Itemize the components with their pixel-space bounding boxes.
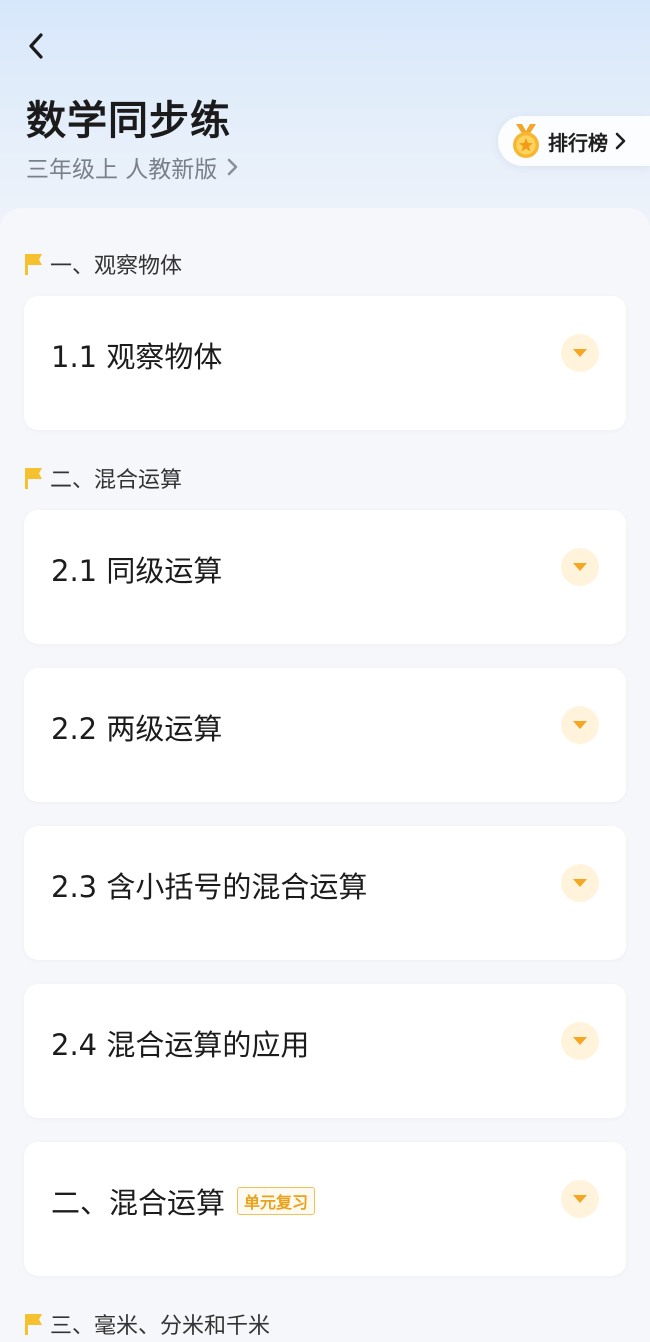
- lesson-title: 1.1 观察物体: [51, 340, 223, 374]
- triangle-down-icon: [573, 1037, 587, 1045]
- expand-button[interactable]: [561, 548, 599, 586]
- lesson-card[interactable]: 2.2 两级运算: [24, 668, 626, 802]
- page-title: 数学同步练: [26, 98, 231, 144]
- triangle-down-icon: [573, 721, 587, 729]
- triangle-down-icon: [573, 879, 587, 887]
- ranking-label: 排行榜: [548, 130, 608, 155]
- expand-button[interactable]: [561, 864, 599, 902]
- flag-icon: [25, 254, 42, 275]
- triangle-down-icon: [573, 1195, 587, 1203]
- lesson-card[interactable]: 1.1 观察物体: [24, 296, 626, 430]
- unit-review-badge: 单元复习: [237, 1187, 316, 1215]
- lesson-card[interactable]: 2.4 混合运算的应用: [24, 984, 626, 1118]
- lesson-title: 2.4 混合运算的应用: [51, 1028, 310, 1062]
- ranking-button[interactable]: 排行榜: [498, 116, 650, 166]
- section-title: 二、混合运算: [50, 468, 183, 493]
- lesson-title: 2.3 含小括号的混合运算: [51, 870, 368, 904]
- edition-selector[interactable]: 三年级上 人教新版: [26, 150, 241, 184]
- back-button[interactable]: [18, 28, 54, 64]
- lesson-title: 2.2 两级运算: [51, 712, 223, 746]
- flag-icon: [25, 468, 42, 489]
- unit-review-card[interactable]: 二、混合运算 单元复习: [24, 1142, 626, 1276]
- section-header: 三、毫米、分米和千米: [24, 1308, 270, 1340]
- section-title: 三、毫米、分米和千米: [50, 1314, 271, 1339]
- section-title: 一、观察物体: [50, 254, 183, 279]
- flag-icon: [25, 1314, 42, 1335]
- section-header: 二、混合运算: [24, 462, 182, 494]
- lesson-title: 二、混合运算: [51, 1186, 226, 1220]
- chevron-right-icon: [228, 158, 238, 176]
- expand-button[interactable]: [561, 334, 599, 372]
- expand-button[interactable]: [561, 1180, 599, 1218]
- page: 数学同步练 三年级上 人教新版 排行榜 一、观察物体 1.1 观察物体 二、混合…: [0, 0, 650, 1342]
- lesson-title: 2.1 同级运算: [51, 554, 223, 588]
- triangle-down-icon: [573, 563, 587, 571]
- chevron-right-icon: [615, 132, 626, 150]
- triangle-down-icon: [573, 349, 587, 357]
- lesson-card[interactable]: 2.1 同级运算: [24, 510, 626, 644]
- expand-button[interactable]: [561, 706, 599, 744]
- lesson-card[interactable]: 2.3 含小括号的混合运算: [24, 826, 626, 960]
- section-header: 一、观察物体: [24, 248, 182, 280]
- medal-icon: [513, 124, 539, 158]
- expand-button[interactable]: [561, 1022, 599, 1060]
- edition-label: 三年级上 人教新版: [26, 157, 218, 183]
- back-arrow-icon: [29, 33, 43, 59]
